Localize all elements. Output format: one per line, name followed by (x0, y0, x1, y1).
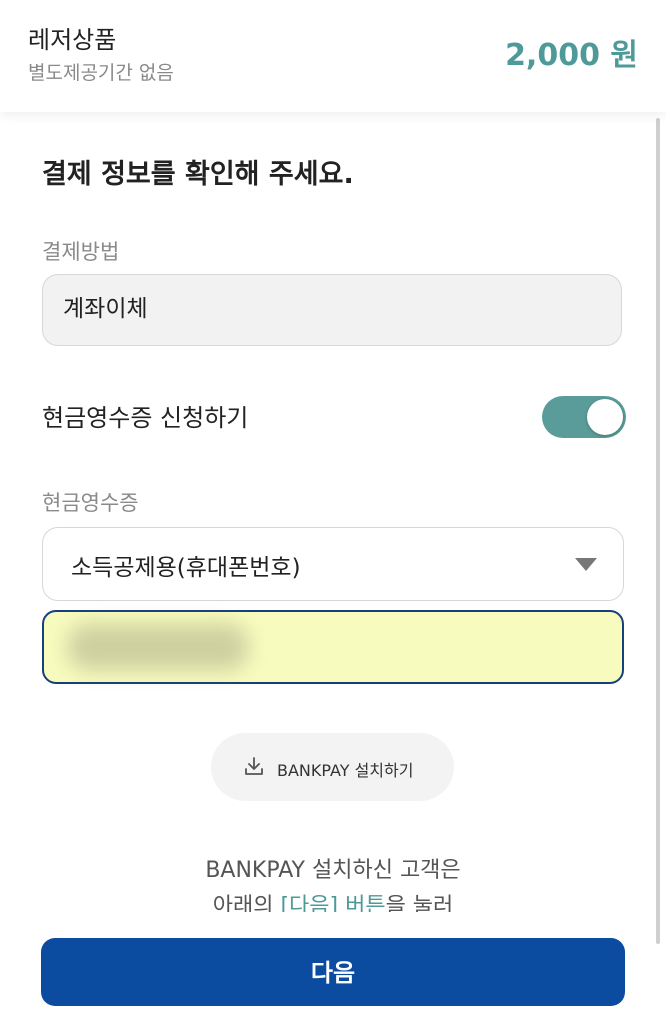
chevron-down-icon (575, 558, 597, 571)
product-header: 레저상품 별도제공기간 없음 2,000 원 (0, 0, 666, 112)
product-name: 레저상품 (28, 26, 117, 54)
cash-receipt-label: 현금영수증 (42, 491, 139, 515)
bankpay-install-button[interactable]: BANKPAY 설치하기 (211, 733, 454, 801)
payment-method-field: 계좌이체 (42, 274, 622, 346)
install-info-prefix: 아래의 (212, 894, 281, 912)
cash-receipt-toggle-label: 현금영수증 신청하기 (42, 404, 249, 432)
install-info-line2: 아래의 [다음] 버튼을 눌러 (0, 888, 666, 912)
next-button[interactable]: 다음 (41, 938, 625, 1006)
cash-receipt-toggle[interactable] (542, 396, 626, 438)
redacted-phone-number (68, 624, 248, 670)
page-title: 결제 정보를 확인해 주세요. (42, 159, 354, 190)
install-info-line1: BANKPAY 설치하신 고객은 (205, 858, 461, 883)
download-icon (245, 757, 263, 775)
cash-receipt-type-value: 소득공제용(휴대폰번호) (71, 555, 301, 581)
scrollbar[interactable] (656, 118, 660, 944)
payment-method-label: 결제방법 (42, 240, 120, 264)
bankpay-install-label: BANKPAY 설치하기 (277, 761, 414, 780)
toggle-knob (587, 399, 623, 435)
install-info-accent: [다음] 버튼 (280, 894, 386, 912)
product-period: 별도제공기간 없음 (28, 62, 174, 84)
product-price: 2,000 원 (505, 38, 638, 73)
cash-receipt-type-select[interactable]: 소득공제용(휴대폰번호) (42, 527, 624, 601)
phone-number-input[interactable] (42, 610, 624, 684)
install-info-suffix: 을 눌러 (385, 894, 454, 912)
